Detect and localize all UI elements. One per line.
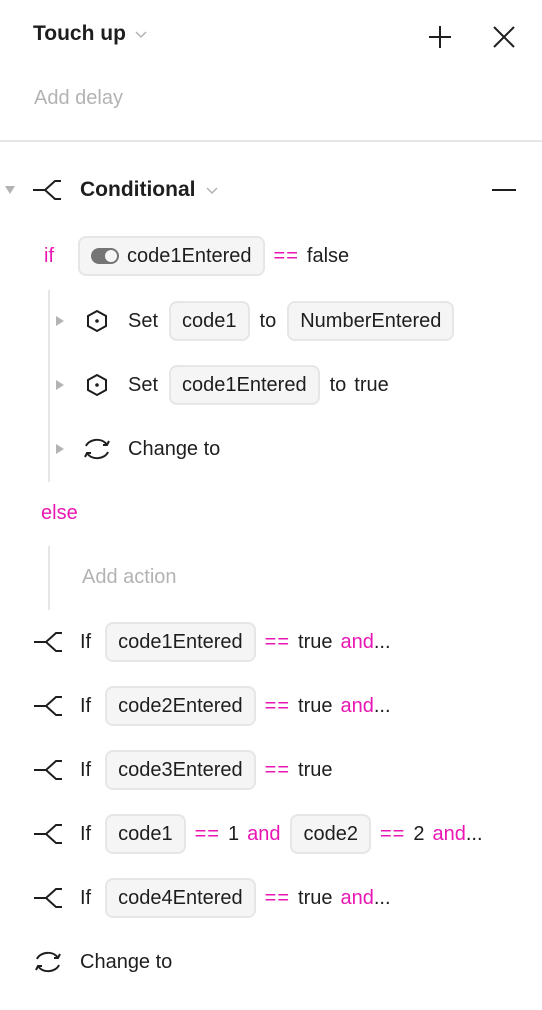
conditional-row[interactable]: If code1 == 1 and code2 == 2 and ... <box>34 814 483 854</box>
action-verb: Set <box>128 373 159 396</box>
operator: == <box>379 822 406 845</box>
variable-chip[interactable]: code1 <box>105 814 186 854</box>
add-delay-button[interactable]: Add delay <box>34 87 123 110</box>
ellipsis: ... <box>373 630 391 653</box>
operator: == <box>273 244 299 267</box>
condition-value: 1 <box>227 822 240 845</box>
variable-chip[interactable]: code1Entered <box>105 622 256 662</box>
change-to-icon <box>35 951 61 973</box>
interaction-header: Touch up Add delay <box>0 0 542 142</box>
condition-value: true <box>298 630 333 653</box>
action-row[interactable]: Set code1Entered to true <box>56 365 389 405</box>
trigger-title: Touch up <box>33 22 126 45</box>
action-label: Change to <box>128 437 221 460</box>
add-button[interactable] <box>425 22 455 52</box>
change-to-icon <box>84 438 110 460</box>
variable-hexagon-icon <box>87 373 107 397</box>
if-label: If <box>80 758 92 781</box>
conditional-row[interactable]: If code1Entered == true and ... <box>34 622 391 662</box>
variable-chip[interactable]: code4Entered <box>105 878 256 918</box>
conditional-row[interactable]: If code3Entered == true <box>34 750 333 790</box>
operator: == <box>264 758 291 781</box>
and-keyword: and <box>340 886 374 909</box>
action-label: Change to <box>80 950 173 973</box>
branch-icon <box>34 760 62 780</box>
action-row[interactable]: Change to <box>56 433 220 465</box>
if-label: If <box>80 694 92 717</box>
conditional-row[interactable]: If code4Entered == true and ... <box>34 878 391 918</box>
branch-icon <box>34 632 62 652</box>
and-keyword: and <box>340 630 374 653</box>
chevron-down-icon <box>135 31 147 39</box>
operator: == <box>264 630 291 653</box>
and-keyword: and <box>247 822 281 845</box>
add-action-button[interactable]: Add action <box>82 566 177 589</box>
remove-icon[interactable] <box>492 189 516 191</box>
value-chip[interactable]: NumberEntered <box>287 301 455 341</box>
close-icon <box>493 26 515 48</box>
ellipsis: ... <box>373 694 391 717</box>
operator: == <box>264 886 291 909</box>
variable-chip[interactable]: code1Entered <box>78 236 265 276</box>
expand-triangle-icon[interactable] <box>56 444 64 454</box>
close-button[interactable] <box>489 22 519 52</box>
and-keyword: and <box>340 694 374 717</box>
variable-chip[interactable]: code2Entered <box>105 686 256 726</box>
and-keyword: and <box>432 822 466 845</box>
if-label: If <box>80 630 92 653</box>
branch-icon <box>34 696 62 716</box>
action-verb: Set <box>128 309 159 332</box>
condition-value: true <box>298 886 333 909</box>
action-row[interactable]: Set code1 to NumberEntered <box>56 301 455 341</box>
operator: == <box>194 822 220 845</box>
variable-chip[interactable]: code2 <box>290 814 371 854</box>
branch-icon <box>34 888 62 908</box>
if-label: If <box>80 822 92 845</box>
if-keyword: if <box>44 244 54 267</box>
condition-value: 2 <box>413 822 425 845</box>
operator: == <box>264 694 291 717</box>
plus-icon <box>429 26 451 48</box>
target-chip[interactable]: code1Entered <box>169 365 320 405</box>
change-to-row[interactable]: Change to <box>33 946 172 978</box>
else-branch-line <box>48 546 50 610</box>
condition-value: true <box>298 758 333 781</box>
condition-value: true <box>298 694 333 717</box>
condition-value[interactable]: false <box>307 245 349 268</box>
to-label: to <box>329 373 347 396</box>
chevron-down-icon[interactable] <box>205 183 219 197</box>
variable-name: code1Entered <box>127 244 252 267</box>
expand-triangle-icon[interactable] <box>56 380 64 390</box>
if-branch-line <box>48 290 50 482</box>
collapse-triangle-icon[interactable] <box>5 186 15 194</box>
conditional-label: Conditional <box>80 178 196 201</box>
conditional-row[interactable]: If code2Entered == true and ... <box>34 686 391 726</box>
target-chip[interactable]: code1 <box>169 301 250 341</box>
ellipsis: ... <box>373 886 391 909</box>
variable-hexagon-icon <box>87 309 107 333</box>
ellipsis: ... <box>465 822 483 845</box>
value-text[interactable]: true <box>354 374 388 397</box>
conditional-header[interactable]: Conditional <box>5 176 219 204</box>
branch-icon <box>34 824 62 844</box>
expand-triangle-icon[interactable] <box>56 316 64 326</box>
toggle-icon <box>91 248 119 264</box>
to-label: to <box>259 309 277 332</box>
trigger-dropdown[interactable]: Touch up <box>33 22 148 46</box>
if-label: If <box>80 886 92 909</box>
if-condition-row: if code1Entered == false <box>44 236 349 276</box>
branch-icon <box>33 180 61 200</box>
variable-chip[interactable]: code3Entered <box>105 750 256 790</box>
else-keyword: else <box>41 502 78 524</box>
